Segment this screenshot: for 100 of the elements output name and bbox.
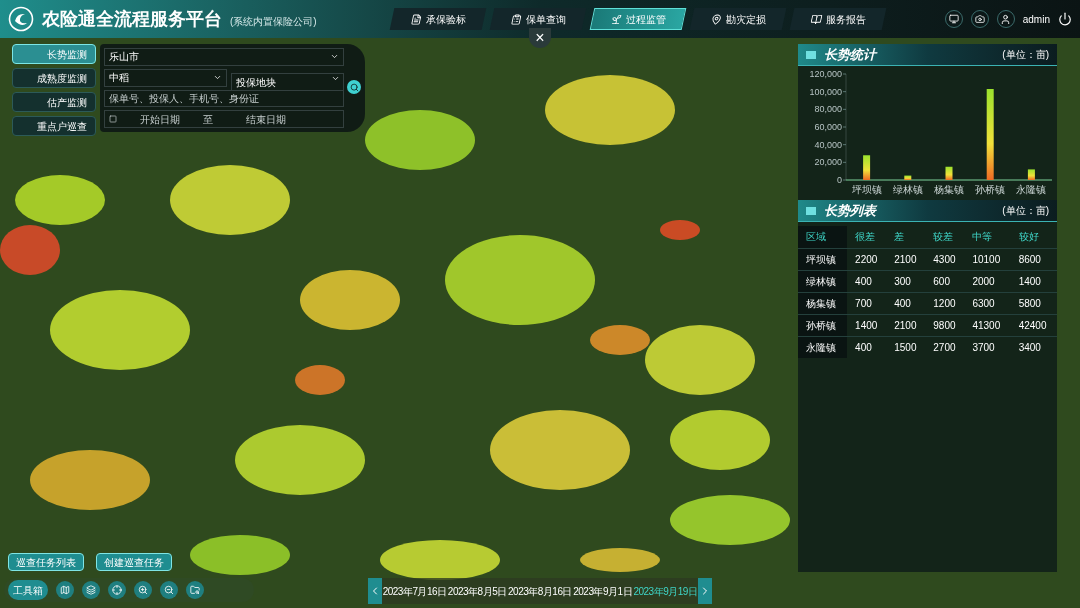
task-button[interactable]: 创建巡查任务 (96, 553, 172, 571)
zoom-out-button[interactable] (160, 581, 178, 599)
camera-icon (974, 14, 985, 24)
crosshair-icon (112, 585, 122, 595)
column-header: 较好 (1010, 226, 1057, 248)
toolbox-button[interactable]: 工具箱 (8, 580, 48, 600)
bar (1027, 169, 1035, 180)
y-tick-label: 60,000 (814, 122, 842, 132)
city-dropdown[interactable]: 乐山市 (104, 48, 344, 66)
table-cell: 10100 (964, 248, 1011, 270)
timeline-date[interactable]: 2023年9月19日 (633, 583, 698, 599)
table-cell: 400 (886, 292, 926, 314)
column-header: 区域 (798, 226, 848, 248)
side-tab[interactable]: 长势监测 (12, 44, 96, 64)
panel-title: 长势统计 (824, 45, 876, 64)
power-icon[interactable] (1058, 12, 1072, 26)
side-tab[interactable]: 成熟度监测 (12, 68, 96, 88)
y-tick-label: 0 (837, 175, 842, 185)
bar (945, 166, 953, 180)
table-cell: 永隆镇 (798, 336, 848, 358)
table-cell: 绿林镇 (798, 270, 848, 292)
map-icon (60, 585, 70, 595)
table-cell: 9800 (925, 314, 965, 336)
monitor-icon (948, 14, 959, 24)
crosshair-button[interactable] (108, 581, 126, 599)
user-icon (1000, 13, 1012, 25)
map-button[interactable] (56, 581, 74, 599)
x-tick-label: 坪坝镇 (851, 184, 882, 195)
crop-dropdown[interactable]: 中稻 (104, 68, 227, 87)
map-pin-icon (709, 13, 723, 25)
header-marker-icon (806, 206, 816, 215)
checkbox[interactable] (109, 115, 117, 124)
nav-tab[interactable]: 承保验标 (389, 8, 487, 30)
table-cell: 3700 (964, 336, 1011, 358)
column-header: 较差 (925, 226, 965, 248)
table-cell: 400 (847, 270, 887, 292)
bar (904, 175, 912, 180)
table-cell: 2000 (964, 270, 1011, 292)
table-cell: 1200 (925, 292, 965, 314)
timeline-date[interactable]: 2023年8月5日 (447, 583, 507, 599)
table-cell: 1400 (847, 314, 887, 336)
zoom-in-icon (138, 585, 148, 595)
y-tick-label: 80,000 (814, 104, 842, 115)
y-tick-label: 20,000 (814, 157, 842, 168)
table-cell: 坪坝镇 (798, 248, 848, 270)
date-range-field[interactable]: 开始日期 至 结束日期 (104, 110, 344, 128)
unit-label: (单位：亩) (1002, 48, 1049, 62)
clipboard-icon (509, 13, 523, 25)
table-cell: 杨集镇 (798, 292, 848, 314)
close-button[interactable]: × (529, 28, 551, 48)
nav-tab[interactable]: 保单查询 (489, 8, 587, 30)
table-cell: 5800 (1010, 292, 1057, 314)
table-cell: 2700 (925, 336, 965, 358)
table-cell: 8600 (1010, 248, 1057, 270)
app-title: 农险通全流程服务平台 (42, 7, 222, 31)
x-tick-label: 永隆镇 (1016, 184, 1047, 195)
plot-dropdown[interactable]: 投保地块 (231, 73, 344, 92)
search-icon (349, 82, 359, 92)
table-cell: 1400 (1010, 270, 1057, 292)
username: admin (1022, 12, 1050, 27)
x-tick-label: 孙桥镇 (975, 184, 1006, 195)
side-tab[interactable]: 估产监测 (12, 92, 96, 112)
nav-tab[interactable]: 勘灾定损 (689, 8, 787, 30)
search-button[interactable] (347, 80, 361, 94)
table-cell: 2100 (886, 248, 926, 270)
unit-label: (单位：亩) (1002, 204, 1049, 218)
start-date-field[interactable]: 开始日期 (125, 111, 195, 127)
book-icon (809, 13, 823, 25)
table-cell: 2100 (886, 314, 926, 336)
column-header: 中等 (964, 226, 1011, 248)
zoom-out-icon (164, 585, 174, 595)
layers-button[interactable] (82, 581, 100, 599)
nav-tab[interactable]: 服务报告 (789, 8, 887, 30)
table-cell: 孙桥镇 (798, 314, 848, 336)
header-marker-icon (806, 50, 816, 59)
layers-icon (86, 585, 96, 595)
side-tab[interactable]: 重点户巡查 (12, 116, 96, 136)
nav-tab[interactable]: 过程监管 (589, 8, 687, 30)
y-tick-label: 120,000 (809, 69, 842, 79)
table-cell: 3400 (1010, 336, 1057, 358)
table-cell: 700 (847, 292, 887, 314)
table-cell: 300 (886, 270, 926, 292)
task-button[interactable]: 巡查任务列表 (8, 553, 84, 571)
document-icon (409, 13, 423, 25)
column-header: 很差 (847, 226, 887, 248)
table-cell: 600 (925, 270, 965, 292)
crop-field-patch (295, 365, 345, 395)
search-field[interactable]: 保单号、投保人、手机号、身份证 (104, 89, 344, 108)
crop-field-patch (660, 220, 700, 240)
timeline-date[interactable]: 2023年8月16日 (508, 583, 572, 599)
folder-search-button[interactable] (186, 581, 204, 599)
app-subtitle: (系统内置保险公司) (230, 14, 317, 29)
end-date-field[interactable]: 结束日期 (221, 111, 311, 127)
table-cell: 1500 (886, 336, 926, 358)
x-tick-label: 绿林镇 (892, 184, 923, 195)
timeline-date[interactable]: 2023年9月1日 (573, 583, 633, 599)
x-tick-label: 杨集镇 (934, 184, 964, 195)
table-cell: 41300 (964, 314, 1011, 336)
timeline-date[interactable]: 2023年7月16日 (382, 583, 447, 599)
zoom-in-button[interactable] (134, 581, 152, 599)
